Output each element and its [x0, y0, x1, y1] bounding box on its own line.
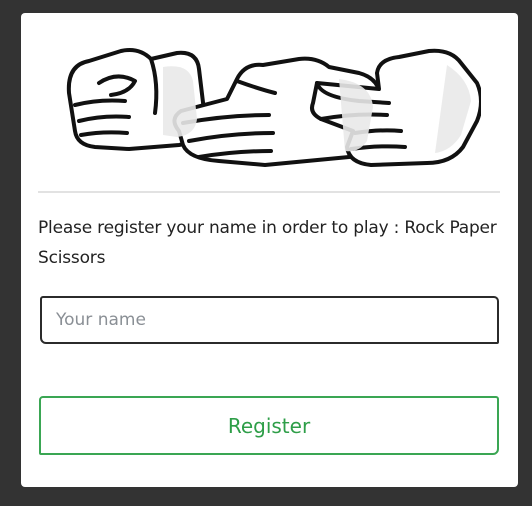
name-input[interactable] [40, 296, 499, 344]
rock-paper-scissors-hands-icon [66, 48, 481, 167]
divider [38, 191, 500, 193]
register-card: Please register your name in order to pl… [21, 13, 518, 487]
instruction-text: Please register your name in order to pl… [38, 218, 497, 268]
register-button[interactable]: Register [39, 396, 499, 455]
